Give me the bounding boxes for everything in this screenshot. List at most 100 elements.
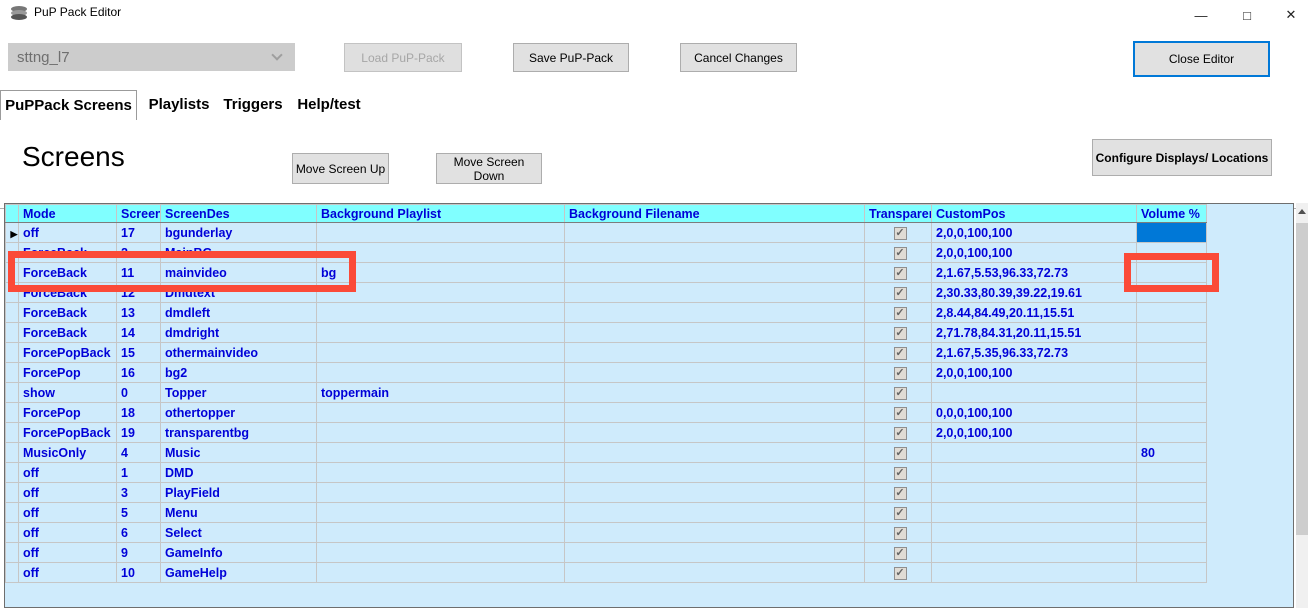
cell-mode[interactable]: off <box>19 523 117 543</box>
cell-volume[interactable] <box>1137 423 1207 443</box>
configure-displays-button[interactable]: Configure Displays/ Locations <box>1092 139 1272 176</box>
cell-screen-des[interactable]: GameInfo <box>161 543 317 563</box>
cell-custom-pos[interactable] <box>932 483 1137 503</box>
cell-volume[interactable]: 80 <box>1137 443 1207 463</box>
cell-mode[interactable]: off <box>19 223 117 243</box>
cell-mode[interactable]: ForcePopBack <box>19 343 117 363</box>
cell-background-filename[interactable] <box>565 223 865 243</box>
cell-background-playlist[interactable] <box>317 563 565 583</box>
cell-transparent[interactable]: ✓ <box>865 503 932 523</box>
tab-puppack-screens[interactable]: PuPPack Screens <box>0 90 137 120</box>
cell-custom-pos[interactable]: 2,0,0,100,100 <box>932 243 1137 263</box>
row-selector[interactable] <box>6 543 19 563</box>
row-selector[interactable] <box>6 503 19 523</box>
cell-volume[interactable] <box>1137 543 1207 563</box>
cell-transparent[interactable]: ✓ <box>865 343 932 363</box>
cell-custom-pos[interactable] <box>932 563 1137 583</box>
cell-volume[interactable] <box>1137 383 1207 403</box>
save-pup-pack-button[interactable]: Save PuP-Pack <box>513 43 629 72</box>
cell-custom-pos[interactable] <box>932 543 1137 563</box>
column-header-mode[interactable]: Mode <box>19 205 117 223</box>
cell-transparent[interactable]: ✓ <box>865 463 932 483</box>
cell-background-playlist[interactable] <box>317 303 565 323</box>
column-header-transparent[interactable]: Transparent <box>865 205 932 223</box>
tab-triggers[interactable]: Triggers <box>221 91 285 118</box>
cell-screen-des[interactable]: bgunderlay <box>161 223 317 243</box>
cell-transparent[interactable]: ✓ <box>865 263 932 283</box>
cell-custom-pos[interactable]: 2,8.44,84.49,20.11,15.51 <box>932 303 1137 323</box>
row-selector[interactable] <box>6 323 19 343</box>
transparent-checkbox[interactable]: ✓ <box>894 267 907 280</box>
cell-screen-des[interactable]: Topper <box>161 383 317 403</box>
minimize-icon[interactable]: — <box>1178 0 1224 30</box>
cell-mode[interactable]: off <box>19 503 117 523</box>
cell-mode[interactable]: off <box>19 463 117 483</box>
cell-screen-num[interactable]: 9 <box>117 543 161 563</box>
load-pup-pack-button[interactable]: Load PuP-Pack <box>344 43 462 72</box>
cell-screen-des[interactable]: othermainvideo <box>161 343 317 363</box>
cell-transparent[interactable]: ✓ <box>865 423 932 443</box>
cell-volume[interactable] <box>1137 363 1207 383</box>
row-selector[interactable] <box>6 343 19 363</box>
move-screen-up-button[interactable]: Move Screen Up <box>292 153 389 184</box>
cell-screen-num[interactable]: 1 <box>117 463 161 483</box>
cell-custom-pos[interactable]: 2,1.67,5.53,96.33,72.73 <box>932 263 1137 283</box>
cell-screen-num[interactable]: 13 <box>117 303 161 323</box>
transparent-checkbox[interactable]: ✓ <box>894 547 907 560</box>
cell-transparent[interactable]: ✓ <box>865 443 932 463</box>
cell-background-playlist[interactable] <box>317 403 565 423</box>
cell-background-filename[interactable] <box>565 463 865 483</box>
cell-screen-num[interactable]: 5 <box>117 503 161 523</box>
row-selector[interactable] <box>6 403 19 423</box>
cell-background-filename[interactable] <box>565 243 865 263</box>
cell-screen-num[interactable]: 18 <box>117 403 161 423</box>
cell-custom-pos[interactable]: 2,0,0,100,100 <box>932 423 1137 443</box>
cell-mode[interactable]: off <box>19 563 117 583</box>
cell-custom-pos[interactable]: 2,1.67,5.35,96.33,72.73 <box>932 343 1137 363</box>
column-header-custompos[interactable]: CustomPos <box>932 205 1137 223</box>
move-screen-down-button[interactable]: Move Screen Down <box>436 153 542 184</box>
cell-screen-num[interactable]: 6 <box>117 523 161 543</box>
cell-background-filename[interactable] <box>565 303 865 323</box>
column-header-background-filename[interactable]: Background Filename <box>565 205 865 223</box>
transparent-checkbox[interactable]: ✓ <box>894 227 907 240</box>
close-editor-button[interactable]: Close Editor <box>1133 41 1270 77</box>
cell-background-filename[interactable] <box>565 283 865 303</box>
scroll-up-icon[interactable] <box>1296 203 1308 220</box>
cell-mode[interactable]: ForcePop <box>19 363 117 383</box>
cell-transparent[interactable]: ✓ <box>865 323 932 343</box>
transparent-checkbox[interactable]: ✓ <box>894 327 907 340</box>
row-selector[interactable] <box>6 463 19 483</box>
row-selector[interactable] <box>6 363 19 383</box>
cell-screen-des[interactable]: dmdleft <box>161 303 317 323</box>
cell-screen-des[interactable]: DMD <box>161 463 317 483</box>
cell-background-filename[interactable] <box>565 343 865 363</box>
cell-background-playlist[interactable] <box>317 363 565 383</box>
cell-background-playlist[interactable] <box>317 463 565 483</box>
column-header-screenn[interactable]: ScreenN <box>117 205 161 223</box>
cell-volume[interactable] <box>1137 303 1207 323</box>
cell-screen-des[interactable]: Menu <box>161 503 317 523</box>
cell-volume[interactable] <box>1137 323 1207 343</box>
transparent-checkbox[interactable]: ✓ <box>894 447 907 460</box>
cell-mode[interactable]: ForceBack <box>19 323 117 343</box>
cell-screen-des[interactable]: Music <box>161 443 317 463</box>
transparent-checkbox[interactable]: ✓ <box>894 527 907 540</box>
cell-volume[interactable] <box>1137 523 1207 543</box>
cell-background-filename[interactable] <box>565 543 865 563</box>
cell-custom-pos[interactable]: 2,71.78,84.31,20.11,15.51 <box>932 323 1137 343</box>
cell-screen-des[interactable]: bg2 <box>161 363 317 383</box>
cell-background-filename[interactable] <box>565 423 865 443</box>
cell-screen-num[interactable]: 3 <box>117 483 161 503</box>
cell-transparent[interactable]: ✓ <box>865 563 932 583</box>
cell-screen-num[interactable]: 19 <box>117 423 161 443</box>
cell-mode[interactable]: ForceBack <box>19 303 117 323</box>
cell-transparent[interactable]: ✓ <box>865 363 932 383</box>
cell-custom-pos[interactable] <box>932 523 1137 543</box>
cell-volume[interactable] <box>1137 563 1207 583</box>
cell-background-playlist[interactable]: toppermain <box>317 383 565 403</box>
cell-transparent[interactable]: ✓ <box>865 303 932 323</box>
cell-custom-pos[interactable]: 2,0,0,100,100 <box>932 363 1137 383</box>
cell-background-playlist[interactable] <box>317 423 565 443</box>
transparent-checkbox[interactable]: ✓ <box>894 507 907 520</box>
